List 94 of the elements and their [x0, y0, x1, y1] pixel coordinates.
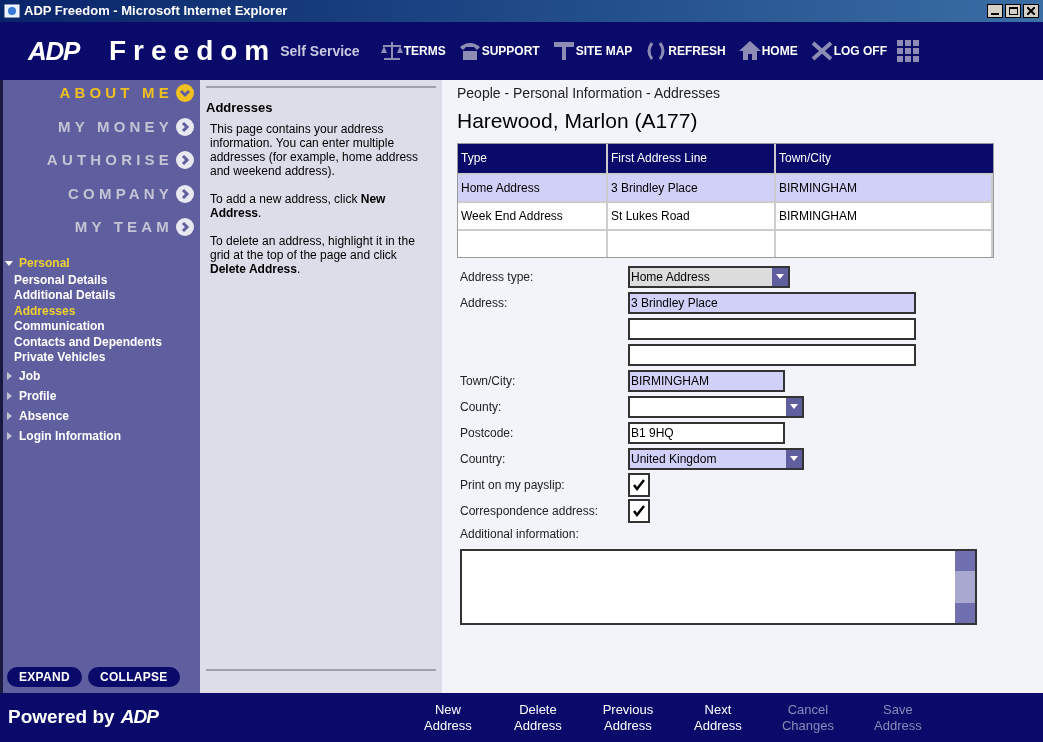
- field-label: Postcode:: [460, 425, 514, 440]
- logo: ADP: [120, 705, 158, 730]
- toolbar-button[interactable]: TERMS: [379, 39, 446, 63]
- help-paragraph: To add a new address, click New Address.: [210, 191, 387, 220]
- footer-button[interactable]: New Address: [407, 701, 488, 734]
- caret-icon: [790, 404, 798, 409]
- expanded-icon[interactable]: [5, 258, 13, 267]
- close-icon: [1027, 7, 1035, 15]
- house-icon: [737, 39, 762, 63]
- toolbar-button[interactable]: LOG OFF: [809, 39, 887, 63]
- text-area[interactable]: [460, 548, 977, 625]
- input-field[interactable]: [628, 317, 916, 340]
- exit-icon: [809, 39, 834, 63]
- field-label: Country:: [460, 451, 506, 466]
- minimize-icon: [991, 13, 999, 15]
- nav-button[interactable]: COLLAPSE: [87, 667, 180, 687]
- table-row[interactable]: Week End Address St Lukes Road BIRMINGHAM: [458, 200, 993, 229]
- footer-button[interactable]: Next Address: [677, 701, 758, 734]
- maximize-icon: [1008, 7, 1018, 15]
- collapsed-icon[interactable]: [5, 371, 13, 380]
- window-title: ADP Freedom - Microsoft Internet Explorer: [24, 2, 288, 21]
- column-header[interactable]: First Address Line: [608, 143, 776, 173]
- grid-icon[interactable]: [897, 40, 919, 62]
- person-name: Harewood, Marlon (A177): [457, 108, 699, 134]
- collapsed-icon[interactable]: [5, 431, 13, 440]
- table-cell-text: 3 Brindley Place: [611, 179, 698, 197]
- logo: ADP: [28, 34, 79, 68]
- minimize-button[interactable]: [987, 4, 1003, 18]
- tree-item[interactable]: Login Information: [19, 426, 121, 445]
- tree-item[interactable]: Communication: [5, 319, 200, 335]
- table-cell-text: St Lukes Road: [611, 207, 690, 225]
- footer-button[interactable]: Delete Address: [497, 701, 578, 734]
- caret-icon: [776, 274, 784, 279]
- check-icon: [632, 477, 646, 492]
- chevron-right-icon: [176, 117, 194, 136]
- help-paragraph: This page contains your address information. You can enter multiple addresses (for example, home address and weekend address).: [210, 121, 420, 178]
- field-label: Address type:: [460, 269, 534, 284]
- scrollbar[interactable]: [955, 550, 975, 623]
- maximize-button[interactable]: [1005, 4, 1021, 18]
- tree-item[interactable]: Addresses: [5, 303, 200, 319]
- tree-item[interactable]: Personal Details: [5, 272, 200, 288]
- field-label: Town/City:: [460, 373, 516, 388]
- collapsed-icon[interactable]: [5, 411, 13, 420]
- column-header[interactable]: Type: [458, 143, 608, 173]
- collapsed-icon[interactable]: [5, 391, 13, 400]
- chevron-right-icon: [176, 184, 194, 203]
- table-row[interactable]: Home Address 3 Brindley Place BIRMINGHAM: [458, 172, 993, 201]
- tree-item[interactable]: Private Vehicles: [5, 350, 200, 366]
- tree-item[interactable]: Contacts and Dependents: [5, 334, 200, 350]
- field-label: County:: [460, 399, 502, 414]
- tree-item[interactable]: Absence: [19, 406, 70, 425]
- scale-icon: [379, 39, 404, 63]
- toolbar-button[interactable]: SITE MAP: [551, 39, 633, 63]
- toolbar-button[interactable]: REFRESH: [644, 39, 726, 63]
- table-cell-text: Week End Address: [461, 207, 563, 225]
- field-label: Additional information:: [460, 525, 580, 543]
- chevron-right-icon: [176, 151, 194, 170]
- breadcrumb: People - Personal Information - Addresses: [457, 84, 722, 103]
- signpost-icon: [551, 39, 576, 63]
- tree-item[interactable]: Personal: [19, 253, 70, 272]
- table-cell-text: BIRMINGHAM: [779, 207, 857, 225]
- help-paragraph: To delete an address, highlight it in the grid at the top of the page and click Delete Address.: [210, 233, 416, 276]
- tree-item[interactable]: Job: [19, 366, 41, 385]
- checkbox[interactable]: [628, 498, 650, 523]
- caret-icon: [790, 456, 798, 461]
- input-field[interactable]: B1 9HQ: [628, 421, 785, 444]
- dropdown[interactable]: [628, 395, 804, 418]
- field-label: Address:: [460, 295, 508, 310]
- table-cell-text: BIRMINGHAM: [779, 179, 857, 197]
- tree-item[interactable]: Additional Details: [5, 288, 200, 304]
- toolbar-button[interactable]: HOME: [737, 39, 798, 63]
- check-icon: [632, 503, 646, 518]
- dropdown[interactable]: Home Address: [628, 265, 790, 288]
- nav-button[interactable]: EXPAND: [7, 667, 82, 687]
- checkbox[interactable]: [628, 472, 650, 497]
- app-name: Freedom: [109, 34, 277, 68]
- dropdown[interactable]: United Kingdom: [628, 447, 804, 470]
- chevron-right-icon: [176, 218, 194, 237]
- field-label: Correspondence address:: [460, 503, 599, 518]
- footer-button[interactable]: Previous Address: [587, 701, 668, 734]
- input-field[interactable]: [628, 343, 916, 366]
- help-title: Addresses: [206, 99, 274, 117]
- close-button[interactable]: [1023, 4, 1039, 18]
- table-cell-text: Home Address: [461, 179, 540, 197]
- browser-icon: [4, 3, 20, 19]
- tree-item[interactable]: Profile: [19, 386, 57, 405]
- toolbar-button[interactable]: SUPPORT: [457, 39, 540, 63]
- powered-by-text: Powered by: [8, 705, 115, 730]
- chevron-down-icon: [176, 84, 194, 103]
- field-label: Print on my payslip:: [460, 477, 565, 492]
- input-field[interactable]: BIRMINGHAM: [628, 369, 785, 392]
- column-header[interactable]: Town/City: [776, 143, 993, 173]
- input-field[interactable]: 3 Brindley Place: [628, 291, 916, 314]
- app-subtitle: Self Service: [280, 41, 360, 61]
